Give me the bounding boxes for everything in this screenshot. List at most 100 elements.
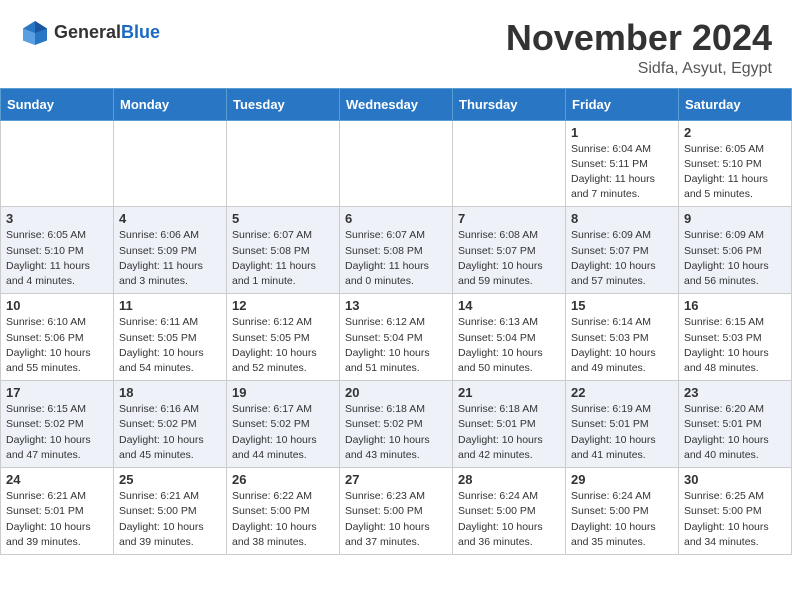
day-info: Sunrise: 6:08 AMSunset: 5:07 PMDaylight:… [458,228,560,289]
day-info: Sunrise: 6:23 AMSunset: 5:00 PMDaylight:… [345,489,447,550]
calendar-cell: 12 Sunrise: 6:12 AMSunset: 5:05 PMDayligh… [227,294,340,381]
calendar-cell: 17 Sunrise: 6:15 AMSunset: 5:02 PMDayligh… [1,381,114,468]
day-info: Sunrise: 6:25 AMSunset: 5:00 PMDaylight:… [684,489,786,550]
day-number: 2 [684,125,786,140]
day-info: Sunrise: 6:14 AMSunset: 5:03 PMDaylight:… [571,315,673,376]
day-info: Sunrise: 6:09 AMSunset: 5:06 PMDaylight:… [684,228,786,289]
day-info: Sunrise: 6:04 AMSunset: 5:11 PMDaylight:… [571,142,673,203]
day-number: 14 [458,298,560,313]
calendar-cell: 25 Sunrise: 6:21 AMSunset: 5:00 PMDayligh… [114,468,227,555]
day-info: Sunrise: 6:16 AMSunset: 5:02 PMDaylight:… [119,402,221,463]
day-number: 29 [571,472,673,487]
calendar-cell: 3 Sunrise: 6:05 AMSunset: 5:10 PMDaylight… [1,207,114,294]
logo: GeneralBlue [20,18,160,48]
calendar-cell: 26Sunrise: 6:22 AMSunset: 5:00 PMDayligh… [227,468,340,555]
calendar-cell [114,120,227,207]
day-info: Sunrise: 6:17 AMSunset: 5:02 PMDaylight:… [232,402,334,463]
calendar-cell: 30 Sunrise: 6:25 AMSunset: 5:00 PMDayligh… [679,468,792,555]
calendar-cell [1,120,114,207]
day-number: 7 [458,211,560,226]
day-info: Sunrise: 6:24 AMSunset: 5:00 PMDaylight:… [458,489,560,550]
calendar-cell: 9 Sunrise: 6:09 AMSunset: 5:06 PMDaylight… [679,207,792,294]
calendar-cell: 6Sunrise: 6:07 AMSunset: 5:08 PMDaylight… [340,207,453,294]
day-number: 8 [571,211,673,226]
day-number: 16 [684,298,786,313]
calendar-cell [227,120,340,207]
day-info: Sunrise: 6:06 AMSunset: 5:09 PMDaylight:… [119,228,221,289]
day-info: Sunrise: 6:12 AMSunset: 5:05 PMDaylight:… [232,315,334,376]
weekday-header: Friday [566,88,679,120]
day-info: Sunrise: 6:05 AMSunset: 5:10 PMDaylight:… [6,228,108,289]
day-number: 10 [6,298,108,313]
calendar-cell [453,120,566,207]
day-info: Sunrise: 6:24 AMSunset: 5:00 PMDaylight:… [571,489,673,550]
day-number: 30 [684,472,786,487]
calendar-week-row: 3 Sunrise: 6:05 AMSunset: 5:10 PMDaylight… [1,207,792,294]
day-number: 17 [6,385,108,400]
calendar-cell: 22 Sunrise: 6:19 AMSunset: 5:01 PMDayligh… [566,381,679,468]
weekday-header: Sunday [1,88,114,120]
day-info: Sunrise: 6:18 AMSunset: 5:01 PMDaylight:… [458,402,560,463]
page-header: GeneralBlue November 2024 Sidfa, Asyut, … [0,0,792,88]
day-number: 12 [232,298,334,313]
day-info: Sunrise: 6:10 AMSunset: 5:06 PMDaylight:… [6,315,108,376]
calendar-week-row: 17 Sunrise: 6:15 AMSunset: 5:02 PMDayligh… [1,381,792,468]
weekday-header: Saturday [679,88,792,120]
weekday-header: Thursday [453,88,566,120]
day-number: 19 [232,385,334,400]
calendar-cell: 4 Sunrise: 6:06 AMSunset: 5:09 PMDaylight… [114,207,227,294]
weekday-header: Monday [114,88,227,120]
day-number: 11 [119,298,221,313]
calendar-cell: 29 Sunrise: 6:24 AMSunset: 5:00 PMDayligh… [566,468,679,555]
title-area: November 2024 Sidfa, Asyut, Egypt [506,18,772,78]
day-info: Sunrise: 6:07 AMSunset: 5:08 PMDaylight:… [345,228,447,289]
day-number: 18 [119,385,221,400]
day-number: 3 [6,211,108,226]
day-number: 25 [119,472,221,487]
calendar-cell: 7 Sunrise: 6:08 AMSunset: 5:07 PMDaylight… [453,207,566,294]
location: Sidfa, Asyut, Egypt [506,60,772,78]
day-number: 13 [345,298,447,313]
calendar-cell: 8Sunrise: 6:09 AMSunset: 5:07 PMDaylight… [566,207,679,294]
day-number: 9 [684,211,786,226]
day-number: 5 [232,211,334,226]
calendar-week-row: 1Sunrise: 6:04 AMSunset: 5:11 PMDaylight… [1,120,792,207]
day-info: Sunrise: 6:07 AMSunset: 5:08 PMDaylight:… [232,228,334,289]
calendar-table: SundayMondayTuesdayWednesdayThursdayFrid… [0,88,792,555]
month-title: November 2024 [506,18,772,58]
calendar-cell [340,120,453,207]
weekday-header: Wednesday [340,88,453,120]
day-number: 15 [571,298,673,313]
day-info: Sunrise: 6:22 AMSunset: 5:00 PMDaylight:… [232,489,334,550]
day-info: Sunrise: 6:20 AMSunset: 5:01 PMDaylight:… [684,402,786,463]
day-info: Sunrise: 6:19 AMSunset: 5:01 PMDaylight:… [571,402,673,463]
day-number: 22 [571,385,673,400]
day-number: 24 [6,472,108,487]
logo-icon [20,18,50,48]
calendar-cell: 24Sunrise: 6:21 AMSunset: 5:01 PMDayligh… [1,468,114,555]
day-info: Sunrise: 6:18 AMSunset: 5:02 PMDaylight:… [345,402,447,463]
calendar-cell: 10 Sunrise: 6:10 AMSunset: 5:06 PMDayligh… [1,294,114,381]
calendar-cell: 21 Sunrise: 6:18 AMSunset: 5:01 PMDayligh… [453,381,566,468]
calendar-cell: 5 Sunrise: 6:07 AMSunset: 5:08 PMDaylight… [227,207,340,294]
day-number: 4 [119,211,221,226]
calendar-cell: 19 Sunrise: 6:17 AMSunset: 5:02 PMDayligh… [227,381,340,468]
day-number: 21 [458,385,560,400]
day-number: 27 [345,472,447,487]
calendar-cell: 28Sunrise: 6:24 AMSunset: 5:00 PMDayligh… [453,468,566,555]
day-info: Sunrise: 6:11 AMSunset: 5:05 PMDaylight:… [119,315,221,376]
day-info: Sunrise: 6:21 AMSunset: 5:00 PMDaylight:… [119,489,221,550]
calendar-cell: 27 Sunrise: 6:23 AMSunset: 5:00 PMDayligh… [340,468,453,555]
day-info: Sunrise: 6:15 AMSunset: 5:02 PMDaylight:… [6,402,108,463]
weekday-header: Tuesday [227,88,340,120]
day-info: Sunrise: 6:05 AMSunset: 5:10 PMDaylight:… [684,142,786,203]
day-number: 23 [684,385,786,400]
calendar-week-row: 10 Sunrise: 6:10 AMSunset: 5:06 PMDayligh… [1,294,792,381]
logo-text: GeneralBlue [54,23,160,43]
day-info: Sunrise: 6:13 AMSunset: 5:04 PMDaylight:… [458,315,560,376]
logo-general: GeneralBlue [54,23,160,43]
calendar-cell: 1Sunrise: 6:04 AMSunset: 5:11 PMDaylight… [566,120,679,207]
calendar-cell: 11 Sunrise: 6:11 AMSunset: 5:05 PMDayligh… [114,294,227,381]
day-info: Sunrise: 6:15 AMSunset: 5:03 PMDaylight:… [684,315,786,376]
calendar-week-row: 24Sunrise: 6:21 AMSunset: 5:01 PMDayligh… [1,468,792,555]
